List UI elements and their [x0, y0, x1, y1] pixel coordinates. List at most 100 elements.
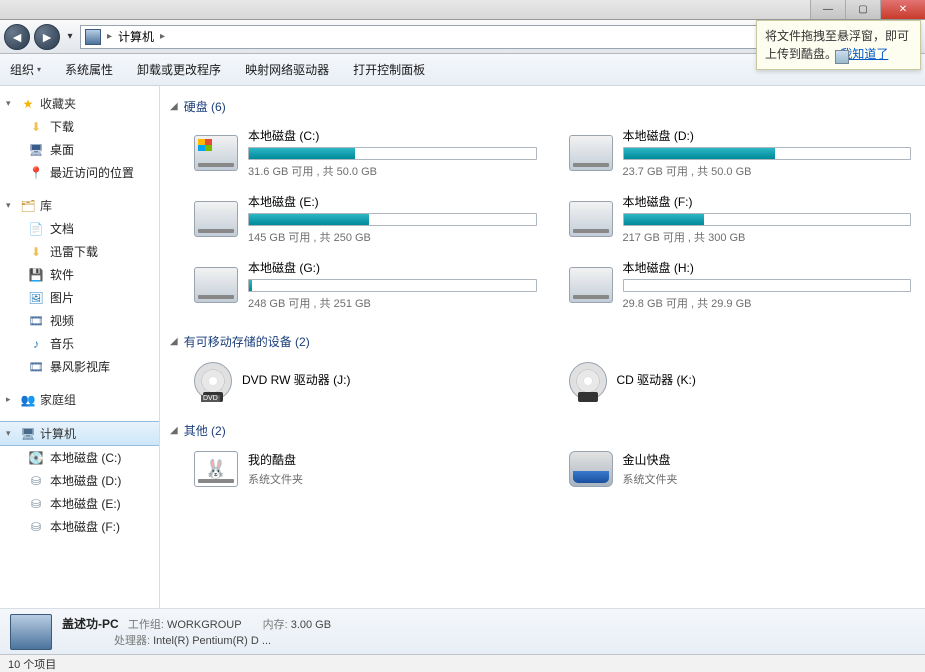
item-subtitle: 系统文件夹 — [248, 471, 537, 487]
drive-icon — [194, 267, 238, 303]
section-header-hdd[interactable]: ◢ 硬盘 (6) — [170, 94, 915, 123]
recent-icon: 📍 — [28, 165, 44, 181]
section-header-other[interactable]: ◢ 其他 (2) — [170, 418, 915, 447]
sidebar-header-favorites[interactable]: ▾ ★ 收藏夹 — [0, 92, 159, 115]
drive-label: 本地磁盘 (H:) — [623, 259, 912, 276]
drive-item[interactable]: 本地磁盘 (C:) 31.6 GB 可用 , 共 50.0 GB — [190, 123, 541, 183]
content-pane: ◢ 硬盘 (6) 本地磁盘 (C:) 31.6 GB 可用 , 共 50.0 G… — [160, 86, 925, 608]
drive-item[interactable]: 本地磁盘 (D:) 23.7 GB 可用 , 共 50.0 GB — [565, 123, 916, 183]
download-icon: ⬇ — [28, 244, 44, 260]
details-pane: 盖述功-PC 工作组: WORKGROUP 内存: 3.00 GB 处理器: I… — [0, 608, 925, 654]
download-icon: ⬇ — [28, 119, 44, 135]
sidebar-item-disk-c[interactable]: 💽本地磁盘 (C:) — [0, 446, 159, 469]
organize-menu[interactable]: 组织▾ — [10, 61, 41, 78]
drive-stats: 248 GB 可用 , 共 251 GB — [248, 295, 537, 311]
drive-label: 本地磁盘 (G:) — [248, 259, 537, 276]
software-icon: 💾 — [28, 267, 44, 283]
sidebar-label: 家庭组 — [40, 391, 76, 408]
chevron-down-icon: ▾ — [6, 428, 16, 439]
drive-stats: 145 GB 可用 , 共 250 GB — [248, 229, 537, 245]
drive-item[interactable]: 本地磁盘 (F:) 217 GB 可用 , 共 300 GB — [565, 189, 916, 249]
sidebar-label: 计算机 — [40, 425, 76, 442]
uninstall-programs-button[interactable]: 卸载或更改程序 — [137, 61, 221, 78]
sidebar-header-libraries[interactable]: ▾ 🗂 库 — [0, 194, 159, 217]
breadcrumb[interactable]: 计算机 — [118, 28, 154, 45]
other-item[interactable]: 🐰 我的酷盘 系统文件夹 — [190, 447, 541, 491]
window-buttons: — ▢ ✕ — [810, 0, 925, 19]
sidebar-item-documents[interactable]: 📄文档 — [0, 217, 159, 240]
usage-bar — [623, 147, 912, 160]
sidebar-item-videos[interactable]: 🎞视频 — [0, 309, 159, 332]
disk-icon: ⛁ — [28, 473, 44, 489]
sidebar-item-disk-f[interactable]: ⛁本地磁盘 (F:) — [0, 515, 159, 538]
sidebar-item-software[interactable]: 💾软件 — [0, 263, 159, 286]
usage-bar — [623, 279, 912, 292]
sidebar-group-computer: ▾ 🖥 计算机 💽本地磁盘 (C:) ⛁本地磁盘 (D:) ⛁本地磁盘 (E:)… — [0, 421, 159, 538]
usage-bar — [248, 279, 537, 292]
chevron-down-icon: ◢ — [170, 101, 178, 112]
sidebar-item-disk-e[interactable]: ⛁本地磁盘 (E:) — [0, 492, 159, 515]
sidebar-item-pictures[interactable]: 🖼图片 — [0, 286, 159, 309]
chevron-down-icon: ◢ — [170, 425, 178, 436]
pin-icon — [835, 50, 849, 64]
drive-item[interactable]: 本地磁盘 (E:) 145 GB 可用 , 共 250 GB — [190, 189, 541, 249]
computer-icon — [85, 29, 101, 45]
drive-label: 本地磁盘 (C:) — [248, 127, 537, 144]
item-label: 我的酷盘 — [248, 451, 537, 468]
sidebar-item-music[interactable]: ♪音乐 — [0, 332, 159, 355]
chevron-down-icon: ▾ — [6, 200, 16, 211]
drive-label: DVD RW 驱动器 (J:) — [242, 371, 537, 388]
map-network-drive-button[interactable]: 映射网络驱动器 — [245, 61, 329, 78]
removable-drive-item[interactable]: CD 驱动器 (K:) — [565, 358, 916, 404]
sidebar-item-downloads[interactable]: ⬇下载 — [0, 115, 159, 138]
sidebar-item-xunlei[interactable]: ⬇迅雷下载 — [0, 240, 159, 263]
drive-icon — [569, 201, 613, 237]
computer-large-icon — [10, 614, 52, 650]
chevron-down-icon: ◢ — [170, 336, 178, 347]
system-properties-button[interactable]: 系统属性 — [65, 61, 113, 78]
other-item[interactable]: 金山快盘 系统文件夹 — [565, 447, 916, 491]
sidebar-item-desktop[interactable]: 🖥桌面 — [0, 138, 159, 161]
optical-drive-icon — [194, 362, 232, 400]
sidebar-group-favorites: ▾ ★ 收藏夹 ⬇下载 🖥桌面 📍最近访问的位置 — [0, 92, 159, 184]
removable-drive-item[interactable]: DVD RW 驱动器 (J:) — [190, 358, 541, 404]
back-button[interactable]: ◄ — [4, 24, 30, 50]
homegroup-icon: 👥 — [20, 392, 36, 408]
drive-item[interactable]: 本地磁盘 (H:) 29.8 GB 可用 , 共 29.9 GB — [565, 255, 916, 315]
pictures-icon: 🖼 — [28, 290, 44, 306]
forward-button[interactable]: ► — [34, 24, 60, 50]
drive-icon — [194, 135, 238, 171]
sidebar-header-computer[interactable]: ▾ 🖥 计算机 — [0, 421, 159, 446]
sidebar-label: 库 — [40, 197, 52, 214]
star-icon: ★ — [20, 96, 36, 112]
item-label: 金山快盘 — [623, 451, 912, 468]
music-icon: ♪ — [28, 336, 44, 352]
sidebar-item-baofeng[interactable]: 🎞暴风影视库 — [0, 355, 159, 378]
drive-stats: 31.6 GB 可用 , 共 50.0 GB — [248, 163, 537, 179]
other-grid: 🐰 我的酷盘 系统文件夹 金山快盘 系统文件夹 — [170, 447, 915, 491]
window-titlebar: — ▢ ✕ — [0, 0, 925, 20]
drive-label: CD 驱动器 (K:) — [617, 371, 912, 388]
maximize-button[interactable]: ▢ — [845, 0, 880, 19]
drive-label: 本地磁盘 (D:) — [623, 127, 912, 144]
disk-icon: 💽 — [28, 450, 44, 466]
kanbox-icon: 🐰 — [194, 451, 238, 487]
sidebar-header-homegroup[interactable]: ▸ 👥 家庭组 — [0, 388, 159, 411]
open-control-panel-button[interactable]: 打开控制面板 — [353, 61, 425, 78]
disk-icon: ⛁ — [28, 496, 44, 512]
disk-icon: ⛁ — [28, 519, 44, 535]
usage-bar — [248, 147, 537, 160]
notification-popover: 将文件拖拽至悬浮窗，即可上传到酷盘。 我知道了 — [756, 20, 921, 70]
chevron-right-icon[interactable]: ▸ — [160, 31, 165, 42]
close-button[interactable]: ✕ — [880, 0, 925, 19]
drive-stats: 217 GB 可用 , 共 300 GB — [623, 229, 912, 245]
sidebar-item-disk-d[interactable]: ⛁本地磁盘 (D:) — [0, 469, 159, 492]
sidebar-group-libraries: ▾ 🗂 库 📄文档 ⬇迅雷下载 💾软件 🖼图片 🎞视频 ♪音乐 🎞暴风影视库 — [0, 194, 159, 378]
drive-item[interactable]: 本地磁盘 (G:) 248 GB 可用 , 共 251 GB — [190, 255, 541, 315]
usage-bar — [623, 213, 912, 226]
history-dropdown[interactable]: ▾ — [64, 30, 76, 44]
chevron-right-icon: ▸ — [6, 394, 16, 405]
minimize-button[interactable]: — — [810, 0, 845, 19]
sidebar-item-recent[interactable]: 📍最近访问的位置 — [0, 161, 159, 184]
section-header-removable[interactable]: ◢ 有可移动存储的设备 (2) — [170, 329, 915, 358]
